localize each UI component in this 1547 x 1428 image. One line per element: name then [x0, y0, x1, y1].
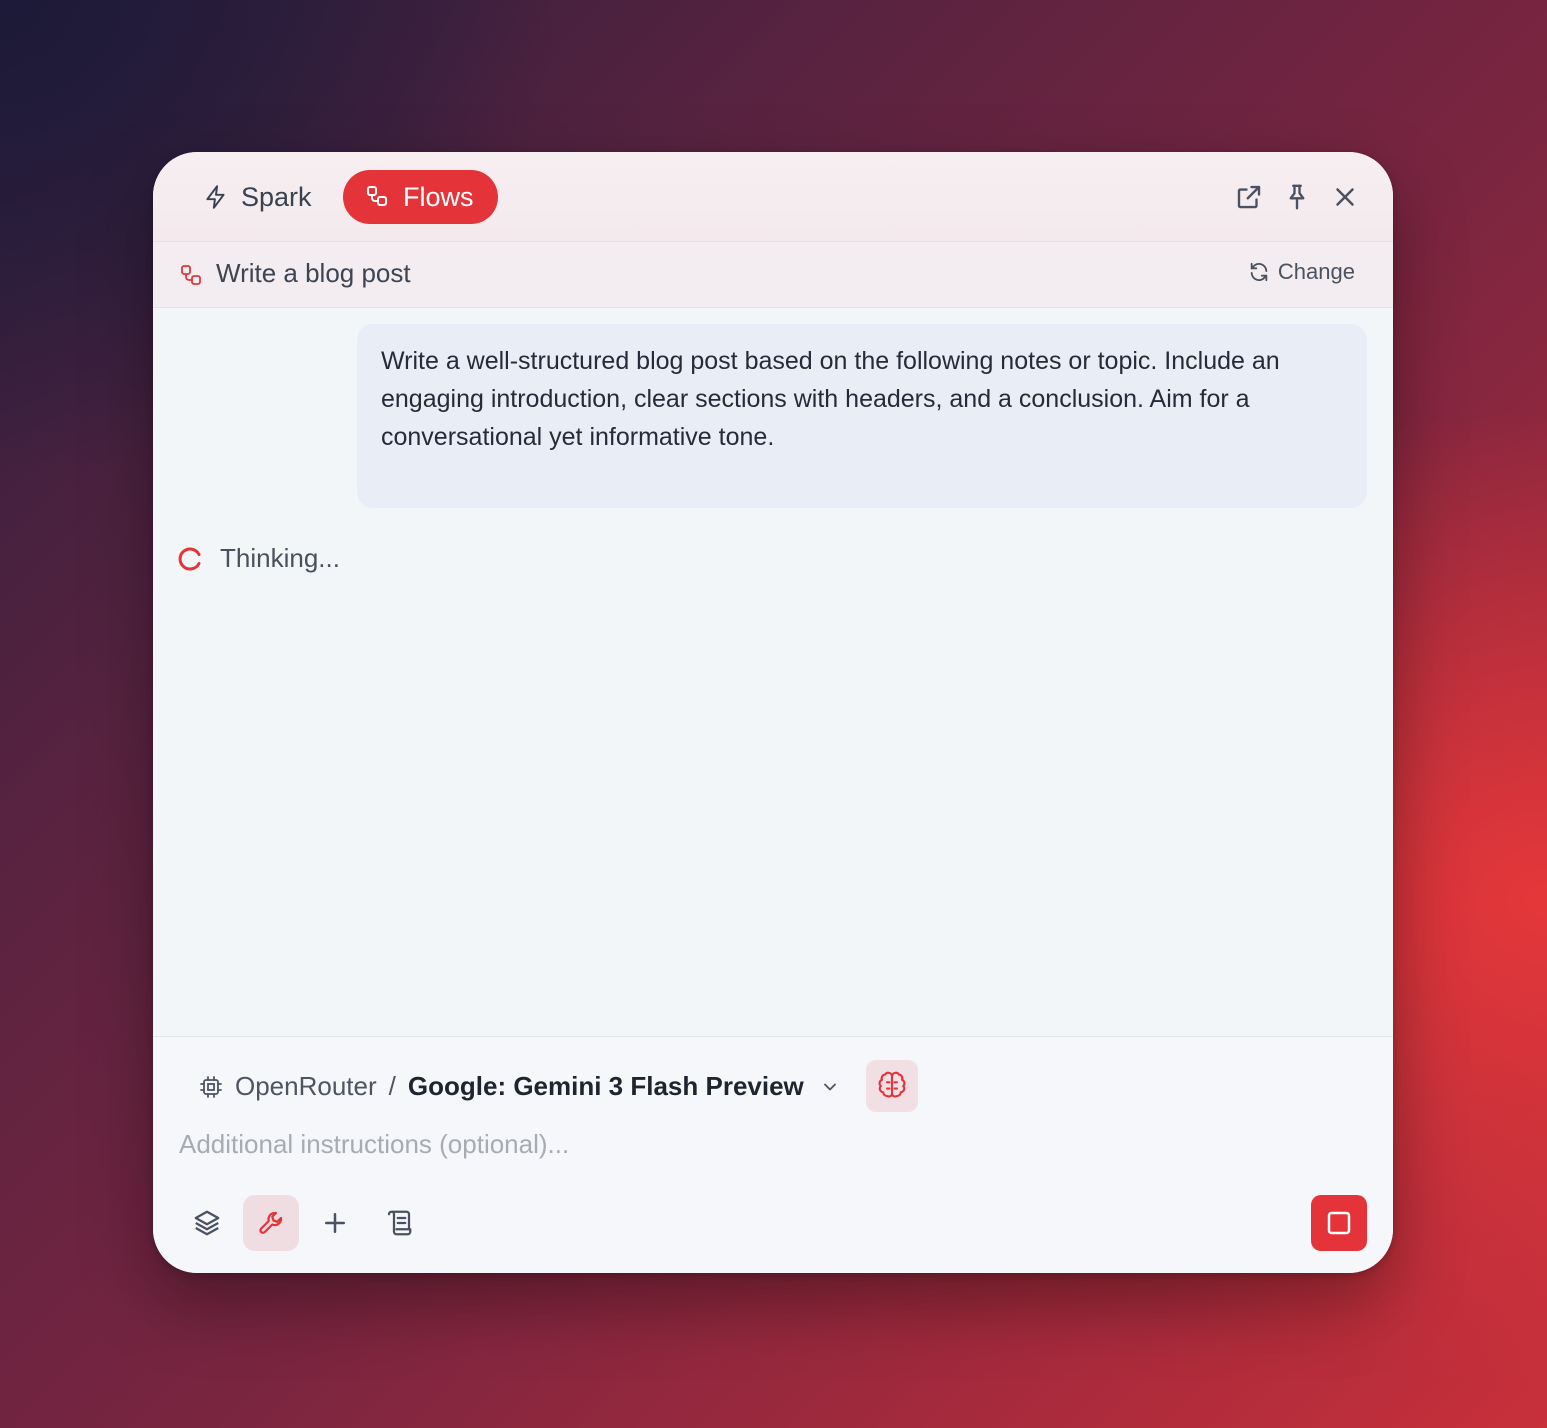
- chip-icon: [200, 1075, 222, 1098]
- tab-flows[interactable]: Flows: [343, 170, 498, 224]
- plus-icon: [325, 1213, 345, 1233]
- spinner-icon: [178, 547, 201, 570]
- window-header: Spark Flows: [153, 152, 1393, 242]
- brain-icon: [878, 1071, 906, 1098]
- tab-flows-label: Flows: [403, 181, 474, 212]
- model-selector[interactable]: OpenRouter / Google: Gemini 3 Flash Prev…: [199, 1071, 840, 1102]
- lightning-icon: [203, 184, 229, 210]
- model-separator: /: [388, 1071, 396, 1101]
- flow-header: Write a blog post Change: [153, 242, 1393, 308]
- reasoning-toggle-button[interactable]: [866, 1060, 918, 1112]
- chevron-down-icon: [823, 1083, 836, 1090]
- thinking-label: Thinking...: [220, 543, 340, 573]
- change-flow-button[interactable]: Change: [1248, 259, 1355, 285]
- external-link-icon[interactable]: [1234, 182, 1264, 212]
- flow-icon: [179, 263, 203, 287]
- scroll-icon: [387, 1210, 412, 1236]
- layers-button[interactable]: [179, 1195, 235, 1251]
- add-button[interactable]: [307, 1195, 363, 1251]
- composer: OpenRouter / Google: Gemini 3 Flash Prev…: [153, 1036, 1393, 1273]
- pin-icon[interactable]: [1282, 182, 1312, 212]
- change-label: Change: [1277, 259, 1355, 284]
- flows-window: Spark Flows Write a blog post Change Wri…: [153, 152, 1393, 1273]
- user-message: Write a well-structured blog post based …: [357, 324, 1367, 508]
- close-icon[interactable]: [1330, 182, 1360, 212]
- model-name: Google: Gemini 3 Flash Preview: [407, 1071, 804, 1101]
- flow-title: Write a blog post: [216, 258, 411, 288]
- layers-icon: [194, 1210, 220, 1236]
- wrench-icon: [259, 1211, 283, 1234]
- instructions-input[interactable]: [179, 1129, 1359, 1160]
- refresh-icon: [1250, 262, 1268, 282]
- flows-icon: [365, 184, 391, 210]
- tools-button[interactable]: [243, 1195, 299, 1251]
- prompts-button[interactable]: [371, 1195, 427, 1251]
- tab-spark-label: Spark: [241, 181, 312, 212]
- thinking-status: Thinking...: [178, 543, 340, 574]
- stop-button[interactable]: [1311, 1195, 1367, 1251]
- stop-icon: [1327, 1211, 1351, 1235]
- tab-spark[interactable]: Spark: [193, 170, 322, 224]
- provider-name: OpenRouter: [235, 1071, 377, 1101]
